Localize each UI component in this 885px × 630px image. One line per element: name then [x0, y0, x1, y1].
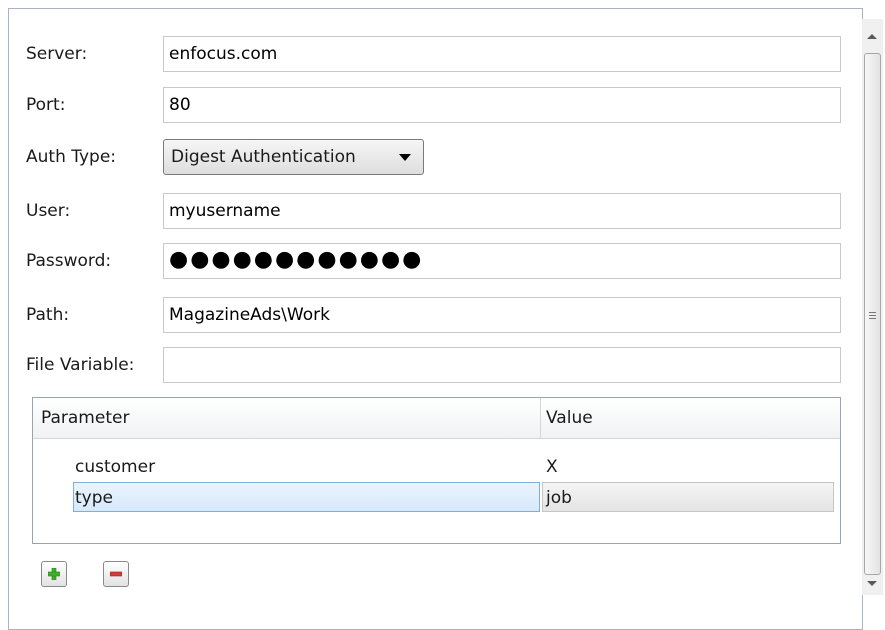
add-parameter-button[interactable]: [41, 561, 67, 587]
table-row-selected[interactable]: type job: [33, 482, 840, 512]
scroll-down-arrow-icon[interactable]: [867, 581, 877, 586]
path-field[interactable]: MagazineAds\Work: [163, 297, 841, 333]
dropdown-arrow-icon: [399, 154, 411, 161]
plus-icon: [48, 568, 60, 580]
table-header: Parameter Value: [33, 398, 840, 439]
path-label: Path:: [26, 305, 70, 325]
user-label: User:: [26, 201, 71, 221]
auth-type-label: Auth Type:: [26, 147, 117, 167]
password-label: Password:: [26, 251, 112, 271]
port-field[interactable]: 80: [163, 87, 841, 123]
value-cell[interactable]: X: [546, 452, 558, 482]
parameter-cell[interactable]: type: [73, 482, 540, 512]
vertical-scrollbar[interactable]: [862, 19, 883, 595]
parameter-cell[interactable]: customer: [75, 452, 155, 482]
value-cell[interactable]: job: [542, 482, 834, 512]
column-header-value[interactable]: Value: [546, 398, 593, 438]
auth-type-select[interactable]: Digest Authentication: [163, 139, 424, 175]
server-label: Server:: [26, 44, 88, 64]
scrollbar-thumb[interactable]: [864, 53, 881, 575]
table-row[interactable]: customer X: [33, 452, 840, 482]
grip-icon: [869, 312, 876, 313]
file-variable-field[interactable]: [163, 347, 841, 383]
minus-icon: [110, 571, 122, 577]
port-label: Port:: [26, 95, 66, 115]
parameters-table: Parameter Value customer X type job: [32, 397, 841, 544]
server-field[interactable]: enfocus.com: [163, 36, 841, 72]
user-field[interactable]: myusername: [163, 193, 841, 229]
auth-type-value: Digest Authentication: [171, 147, 356, 167]
scroll-up-arrow-icon[interactable]: [867, 34, 877, 39]
file-variable-label: File Variable:: [26, 355, 135, 375]
column-separator: [540, 398, 541, 438]
column-header-parameter[interactable]: Parameter: [41, 398, 129, 438]
remove-parameter-button[interactable]: [103, 561, 129, 587]
password-field[interactable]: ●●●●●●●●●●●●: [163, 243, 841, 279]
